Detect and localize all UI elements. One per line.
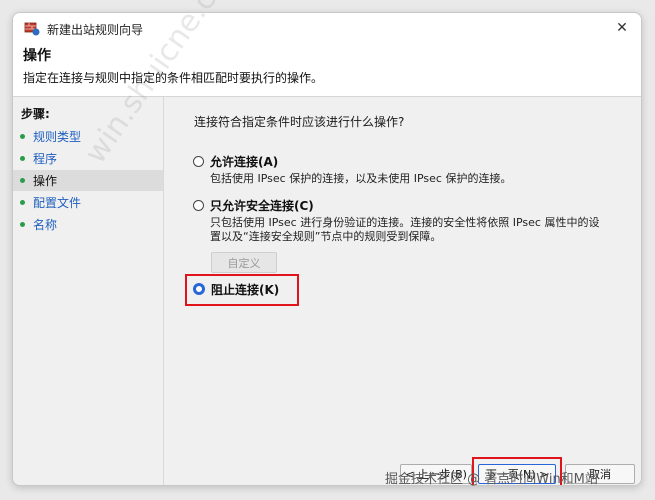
allow-secure-desc-line2: 置以及“连接安全规则”节点中的规则受到保障。 <box>210 230 442 243</box>
step-item-rule-type[interactable]: 规则类型 <box>13 126 163 147</box>
step-bullet-icon <box>20 156 25 161</box>
window-title: 新建出站规则向导 <box>47 23 144 37</box>
step-label: 规则类型 <box>33 130 82 144</box>
content-panel: 连接符合指定条件时应该进行什么操作? 允许连接(A) 包括使用 IPsec 保护… <box>164 97 641 485</box>
step-bullet-icon <box>20 222 25 227</box>
step-label: 程序 <box>33 152 58 166</box>
action-question: 连接符合指定条件时应该进行什么操作? <box>194 115 405 129</box>
steps-panel: 步骤: 规则类型 程序 操作 配置文件 名称 <box>13 97 164 485</box>
step-bullet-icon <box>20 134 25 139</box>
credit-text: 掘金技术社区 @ 著点时间Win和M站 <box>385 472 598 487</box>
page-description: 指定在连接与规则中指定的条件相匹配时要执行的操作。 <box>23 71 324 85</box>
step-bullet-icon <box>20 178 25 183</box>
customize-button[interactable]: 自定义 <box>211 252 277 273</box>
allow-connection-radio[interactable] <box>193 156 204 167</box>
wizard-window: 新建出站规则向导 ✕ 操作 指定在连接与规则中指定的条件相匹配时要执行的操作。 … <box>12 12 642 486</box>
close-icon[interactable]: ✕ <box>613 19 631 37</box>
firewall-shield-icon <box>24 20 40 36</box>
header-panel: 操作 指定在连接与规则中指定的条件相匹配时要执行的操作。 <box>13 43 641 97</box>
step-label: 配置文件 <box>33 196 82 210</box>
step-item-program[interactable]: 程序 <box>13 148 163 169</box>
allow-connection-desc: 包括使用 IPsec 保护的连接，以及未使用 IPsec 保护的连接。 <box>210 172 512 185</box>
steps-heading: 步骤: <box>21 107 50 121</box>
step-bullet-icon <box>20 200 25 205</box>
allow-secure-label[interactable]: 只允许安全连接(C) <box>210 197 314 214</box>
allow-secure-radio[interactable] <box>193 200 204 211</box>
block-connection-label[interactable]: 阻止连接(K) <box>211 281 279 298</box>
step-item-name[interactable]: 名称 <box>13 214 163 235</box>
allow-secure-desc-line1: 只包括使用 IPsec 进行身份验证的连接。连接的安全性将依照 IPsec 属性… <box>210 216 600 229</box>
step-item-profile[interactable]: 配置文件 <box>13 192 163 213</box>
block-connection-radio[interactable] <box>193 283 205 295</box>
title-bar: 新建出站规则向导 ✕ <box>13 13 641 43</box>
step-label: 操作 <box>33 174 58 188</box>
step-label: 名称 <box>33 218 58 232</box>
step-item-action[interactable]: 操作 <box>13 170 163 191</box>
allow-connection-label[interactable]: 允许连接(A) <box>210 153 278 170</box>
page-title: 操作 <box>23 48 51 64</box>
